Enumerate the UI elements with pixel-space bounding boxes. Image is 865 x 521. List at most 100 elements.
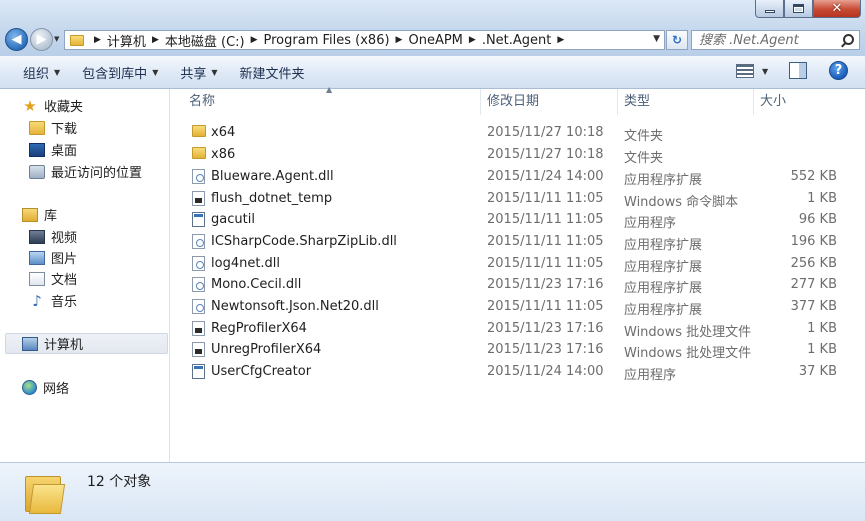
file-name: x64 (211, 125, 236, 140)
download-folder-icon (29, 120, 45, 135)
search-input[interactable] (699, 32, 839, 48)
breadcrumb-separator-icon[interactable]: ▶ (88, 35, 107, 45)
file-row[interactable]: Newtonsoft.Json.Net20.dll 2015/11/11 11:… (171, 297, 865, 318)
folder-icon (192, 147, 206, 159)
dll-icon (192, 299, 205, 314)
breadcrumb-separator-icon[interactable]: ▶ (245, 35, 264, 45)
column-header-type[interactable]: 类型 (618, 89, 754, 115)
breadcrumb-separator-icon[interactable]: ▶ (390, 35, 409, 45)
breadcrumb-separator-icon[interactable]: ▶ (146, 35, 165, 45)
file-date: 2015/11/11 11:05 (487, 299, 604, 314)
recent-pages-dropdown-icon[interactable]: ▼ (54, 35, 59, 43)
organize-button[interactable]: 组织 ▼ (12, 56, 71, 88)
column-header-size[interactable]: 大小 (754, 89, 849, 115)
organize-label: 组织 (23, 66, 50, 82)
search-box[interactable] (691, 30, 860, 50)
pictures-library-icon (29, 250, 45, 265)
file-row[interactable]: x86 2015/11/27 10:18 文件夹 (171, 145, 865, 166)
file-type: Windows 命令脚本 (624, 195, 739, 210)
column-header-modified[interactable]: 修改日期 (481, 89, 618, 115)
file-size: 377 KB (790, 299, 837, 314)
include-in-library-label: 包含到库中 (82, 66, 148, 82)
file-row[interactable]: UserCfgCreator 2015/11/24 14:00 应用程序 37 … (171, 362, 865, 383)
file-row[interactable]: flush_dotnet_temp 2015/11/11 11:05 Windo… (171, 189, 865, 210)
nav-item-computer[interactable]: 计算机 (5, 333, 168, 354)
breadcrumb-local-disk[interactable]: 本地磁盘 (C:) (165, 31, 245, 50)
new-folder-button[interactable]: 新建文件夹 (229, 56, 316, 88)
file-row[interactable]: RegProfilerX64 2015/11/23 17:16 Windows … (171, 319, 865, 340)
help-button[interactable]: ? (829, 61, 848, 80)
file-name: x86 (211, 147, 236, 162)
file-date: 2015/11/24 14:00 (487, 169, 604, 184)
file-name: log4net.dll (211, 256, 281, 271)
preview-pane-button[interactable] (789, 62, 807, 79)
cmd-script-icon (192, 342, 205, 357)
breadcrumb-net-agent[interactable]: .Net.Agent (482, 33, 552, 48)
item-count: 12 个对象 (87, 474, 152, 490)
close-icon: ✕ (831, 1, 843, 16)
file-row[interactable]: ICSharpCode.SharpZipLib.dll 2015/11/11 1… (171, 232, 865, 253)
file-type: Windows 批处理文件 (624, 325, 752, 340)
file-date: 2015/11/24 14:00 (487, 364, 604, 379)
file-row[interactable]: log4net.dll 2015/11/11 11:05 应用程序扩展 256 … (171, 254, 865, 275)
chevron-down-icon[interactable]: ▼ (653, 34, 660, 44)
recent-places-icon (29, 164, 45, 179)
close-button[interactable]: ✕ (813, 0, 861, 18)
file-type: 文件夹 (624, 151, 664, 166)
file-size: 37 KB (798, 364, 837, 379)
nav-item-label: 最近访问的位置 (51, 166, 143, 181)
folder-icon (70, 34, 84, 46)
nav-item-favorites[interactable]: ★ 收藏夹 (22, 95, 83, 116)
nav-item-documents[interactable]: 文档 (29, 268, 77, 289)
nav-item-label: 音乐 (51, 295, 78, 310)
search-icon[interactable] (843, 34, 854, 45)
change-view-button[interactable]: ▼ (736, 64, 768, 78)
breadcrumb-separator-icon[interactable]: ▶ (463, 35, 482, 45)
arrow-right-icon: ▶ (36, 32, 47, 47)
nav-item-downloads[interactable]: 下载 (29, 117, 77, 138)
nav-item-recent-places[interactable]: 最近访问的位置 (29, 161, 142, 182)
minimize-button[interactable] (755, 0, 784, 18)
address-bar[interactable]: ▶ 计算机 ▶ 本地磁盘 (C:) ▶ Program Files (x86) … (64, 30, 665, 50)
file-row[interactable]: x64 2015/11/27 10:18 文件夹 (171, 123, 865, 144)
nav-item-music[interactable]: ♪ 音乐 (29, 290, 77, 311)
nav-item-label: 视频 (51, 231, 78, 246)
cmd-script-icon (192, 191, 205, 206)
file-date: 2015/11/11 11:05 (487, 256, 604, 271)
file-row[interactable]: Blueware.Agent.dll 2015/11/24 14:00 应用程序… (171, 167, 865, 188)
maximize-button[interactable] (784, 0, 813, 18)
file-row[interactable]: gacutil 2015/11/11 11:05 应用程序 96 KB (171, 210, 865, 231)
video-library-icon (29, 229, 45, 244)
maximize-icon (793, 4, 804, 13)
nav-item-pictures[interactable]: 图片 (29, 247, 77, 268)
nav-item-label: 网络 (43, 382, 70, 397)
file-type: 应用程序 (624, 216, 677, 231)
library-icon (22, 207, 38, 222)
nav-item-desktop[interactable]: 桌面 (29, 139, 77, 160)
share-button[interactable]: 共享 ▼ (169, 56, 228, 88)
file-size: 96 KB (798, 212, 837, 227)
column-header-name[interactable]: 名称 (183, 89, 481, 115)
nav-item-label: 下载 (51, 122, 78, 137)
file-row[interactable]: UnregProfilerX64 2015/11/23 17:16 Window… (171, 340, 865, 361)
breadcrumb-computer[interactable]: 计算机 (107, 31, 146, 50)
nav-item-network[interactable]: 网络 (22, 377, 69, 398)
include-in-library-button[interactable]: 包含到库中 ▼ (71, 56, 169, 88)
file-row[interactable]: Mono.Cecil.dll 2015/11/23 17:16 应用程序扩展 2… (171, 275, 865, 296)
file-list: ▲ 名称 修改日期 类型 大小 x64 2015/11/27 10:18 文件夹… (171, 85, 865, 462)
nav-item-videos[interactable]: 视频 (29, 226, 77, 247)
file-date: 2015/11/11 11:05 (487, 212, 604, 227)
file-name: UserCfgCreator (211, 364, 312, 379)
file-size: 1 KB (807, 191, 837, 206)
breadcrumb-oneapm[interactable]: OneAPM (408, 33, 462, 48)
breadcrumb-program-files[interactable]: Program Files (x86) (264, 33, 390, 48)
file-type: Windows 批处理文件 (624, 346, 752, 361)
back-button[interactable]: ◀ (5, 28, 28, 51)
file-type: 应用程序扩展 (624, 260, 703, 275)
file-date: 2015/11/27 10:18 (487, 125, 604, 140)
file-date: 2015/11/23 17:16 (487, 342, 604, 357)
forward-button[interactable]: ▶ (30, 28, 53, 51)
nav-item-libraries[interactable]: 库 (22, 204, 57, 225)
refresh-button[interactable]: ↻ (666, 30, 688, 50)
breadcrumb-separator-icon[interactable]: ▶ (551, 35, 570, 45)
